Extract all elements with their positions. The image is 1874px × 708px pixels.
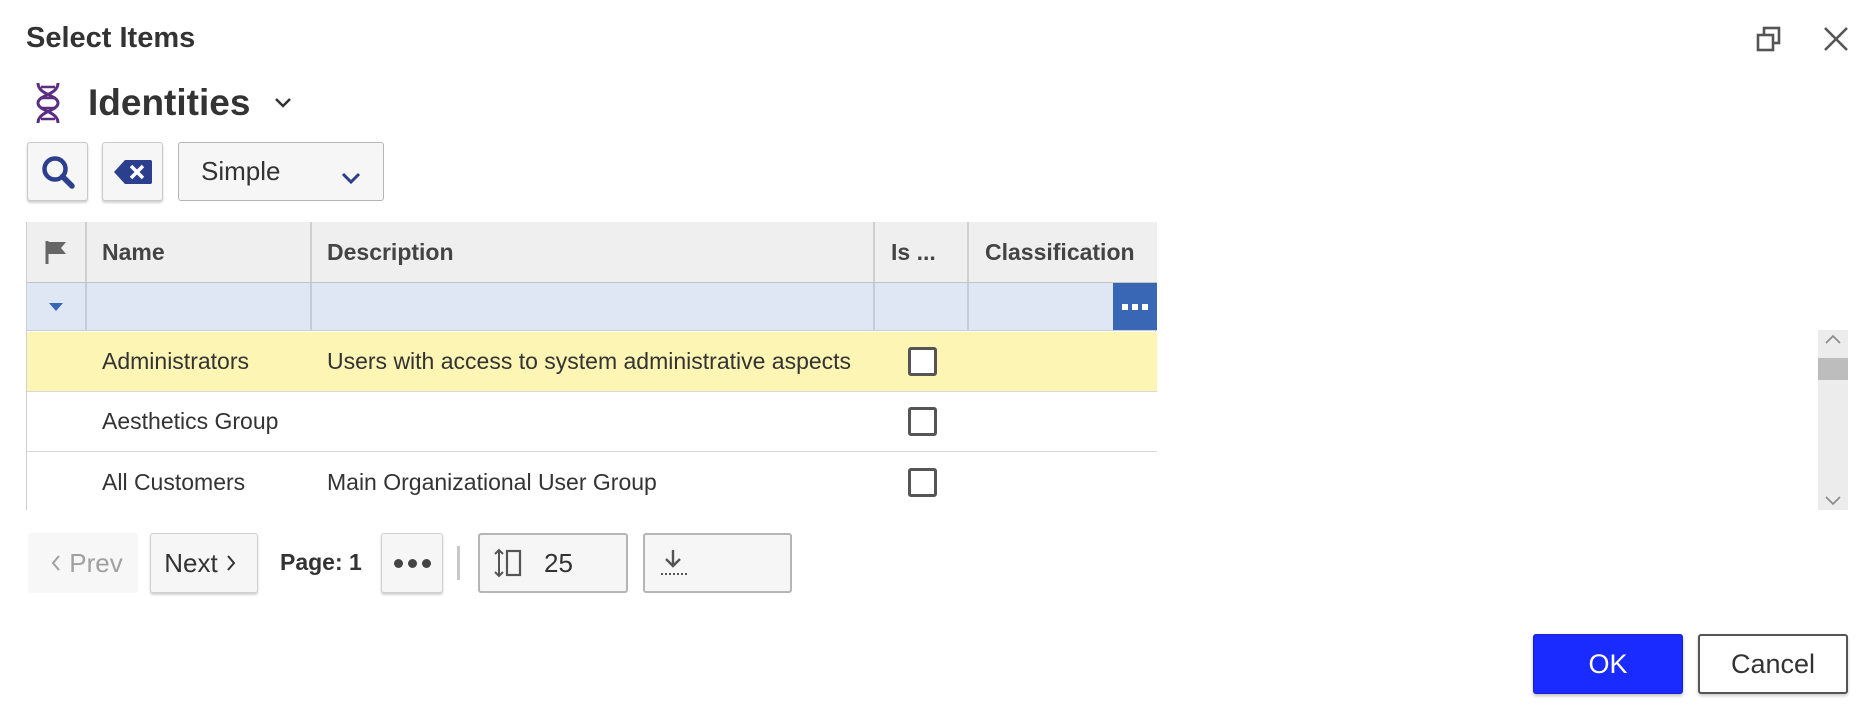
filter-toggle[interactable] bbox=[27, 283, 87, 330]
page-indicator: Page: 1 bbox=[280, 549, 362, 575]
row-description: Main Organizational User Group bbox=[327, 468, 657, 495]
filter-classification-input[interactable] bbox=[969, 283, 1157, 330]
row-is-checkbox[interactable] bbox=[907, 407, 937, 436]
dot-icon bbox=[393, 558, 403, 568]
search-mode-value: Simple bbox=[201, 156, 281, 186]
chevron-down-icon bbox=[341, 161, 361, 192]
row-flag-cell[interactable] bbox=[27, 392, 87, 451]
restore-window-button[interactable] bbox=[1752, 22, 1786, 56]
item-type-selector[interactable]: Identities bbox=[28, 78, 294, 128]
dna-icon bbox=[28, 80, 68, 126]
filter-description-input[interactable] bbox=[312, 283, 875, 330]
column-header-name[interactable]: Name bbox=[87, 222, 312, 282]
row-description: Users with access to system administrati… bbox=[327, 348, 852, 374]
clear-search-button[interactable] bbox=[102, 142, 163, 201]
row-classification bbox=[969, 392, 1157, 451]
row-flag-cell[interactable] bbox=[27, 452, 87, 512]
dot-icon bbox=[421, 558, 431, 568]
download-icon bbox=[661, 550, 689, 575]
grid-header-row: Name Description Is ... Classification bbox=[27, 222, 1157, 283]
row-classification bbox=[969, 452, 1157, 512]
ok-button[interactable]: OK bbox=[1533, 634, 1683, 694]
chevron-right-icon bbox=[226, 555, 236, 571]
export-button[interactable] bbox=[643, 533, 792, 593]
column-header-flag[interactable] bbox=[27, 222, 87, 282]
pager-divider bbox=[457, 546, 460, 580]
row-classification bbox=[969, 332, 1157, 391]
table-row[interactable]: Administrators Users with access to syst… bbox=[27, 332, 1157, 392]
row-flag-cell[interactable] bbox=[27, 332, 87, 391]
row-name: Administrators bbox=[102, 348, 249, 374]
search-icon bbox=[41, 155, 75, 189]
page-size-value: 25 bbox=[544, 547, 573, 578]
page-size-field[interactable]: 25 bbox=[478, 533, 628, 593]
row-is-cell bbox=[875, 392, 969, 451]
prev-page-label: Prev bbox=[69, 547, 123, 578]
row-is-checkbox[interactable] bbox=[907, 347, 937, 376]
close-icon bbox=[1824, 27, 1848, 51]
search-mode-select[interactable]: Simple bbox=[178, 142, 384, 201]
more-options-button[interactable] bbox=[381, 533, 443, 593]
column-header-description[interactable]: Description bbox=[312, 222, 875, 282]
flag-icon bbox=[45, 241, 66, 264]
page-size-icon bbox=[494, 548, 522, 578]
results-grid: Name Description Is ... Classification A… bbox=[26, 222, 1157, 512]
restore-window-icon bbox=[1756, 26, 1781, 52]
cancel-button[interactable]: Cancel bbox=[1698, 634, 1848, 694]
row-is-checkbox[interactable] bbox=[907, 467, 937, 497]
classification-picker-button[interactable] bbox=[1113, 283, 1157, 330]
filter-is-input[interactable] bbox=[875, 283, 969, 330]
row-is-cell bbox=[875, 452, 969, 512]
row-description bbox=[312, 392, 875, 451]
chevron-left-icon bbox=[51, 555, 61, 571]
scroll-up-icon[interactable] bbox=[1825, 334, 1841, 344]
table-row[interactable]: All Customers Main Organizational User G… bbox=[27, 452, 1157, 512]
prev-page-button[interactable]: Prev bbox=[28, 533, 138, 593]
filter-name-input[interactable] bbox=[87, 283, 312, 330]
vertical-scrollbar[interactable] bbox=[1818, 330, 1848, 510]
column-header-classification[interactable]: Classification bbox=[969, 222, 1157, 282]
row-name: Aesthetics Group bbox=[102, 408, 279, 434]
clear-backspace-icon bbox=[113, 159, 152, 184]
close-button[interactable] bbox=[1819, 22, 1853, 56]
search-button[interactable] bbox=[27, 142, 88, 201]
scrollbar-thumb[interactable] bbox=[1818, 358, 1848, 380]
row-name: All Customers bbox=[102, 468, 246, 495]
scroll-down-icon[interactable] bbox=[1825, 496, 1841, 506]
item-type-label: Identities bbox=[88, 82, 251, 123]
column-header-is[interactable]: Is ... bbox=[875, 222, 969, 282]
dialog-title: Select Items bbox=[26, 22, 196, 54]
table-row[interactable]: Aesthetics Group bbox=[27, 392, 1157, 452]
grid-filter-row bbox=[27, 283, 1157, 331]
next-page-label: Next bbox=[164, 547, 218, 578]
row-is-cell bbox=[875, 332, 969, 391]
caret-down-icon bbox=[49, 302, 63, 311]
chevron-down-icon[interactable] bbox=[272, 92, 294, 114]
next-page-button[interactable]: Next bbox=[150, 533, 258, 593]
dot-icon bbox=[407, 558, 417, 568]
